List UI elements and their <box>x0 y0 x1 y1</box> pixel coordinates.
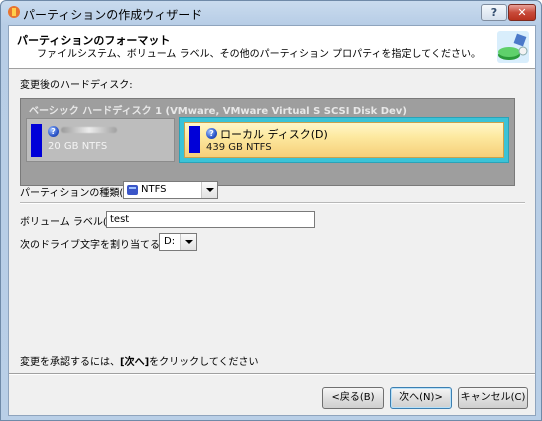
close-button[interactable]: ✕ <box>508 4 536 21</box>
footer-separator <box>9 373 535 375</box>
form-divider <box>20 202 525 204</box>
drive-letter-label: 次のドライブ文字を割り当てる(A): <box>20 240 179 251</box>
disk-map-panel: ベーシック ハードディスク 1 (VMware, VMware Virtual … <box>20 98 515 186</box>
footer-hint-prefix: 変更を承認するには、 <box>20 357 120 368</box>
footer-hint-suffix: をクリックしてください <box>149 357 259 368</box>
cancel-button[interactable]: キャンセル(C) <box>458 387 528 409</box>
chevron-down-icon[interactable] <box>180 234 196 250</box>
partition-1-name-redacted <box>61 127 117 133</box>
filesystem-icon <box>127 185 138 195</box>
wizard-app-icon <box>8 6 20 18</box>
partition-2-selected[interactable]: ? ローカル ディスク(D) 439 GB NTFS <box>179 117 509 163</box>
wizard-client-area: パーティションのフォーマット ファイルシステム、ボリューム ラベル、その他のパー… <box>8 25 536 416</box>
back-button[interactable]: <戻る(B) <box>322 387 384 409</box>
partition-wizard-icon <box>497 31 529 63</box>
help-button[interactable]: ? <box>481 4 507 21</box>
partition-1-bar <box>31 124 42 157</box>
partition-2-name: ローカル ディスク(D) <box>220 128 328 141</box>
volume-label-input[interactable]: test <box>106 211 315 228</box>
wizard-header: パーティションのフォーマット ファイルシステム、ボリューム ラベル、その他のパー… <box>9 26 535 69</box>
drive-letter-select[interactable]: D: <box>159 233 197 251</box>
wizard-window: パーティションの作成ウィザード ? ✕ パーティションのフォーマット ファイルシ… <box>0 0 542 421</box>
footer-hint: 変更を承認するには、[次へ]をクリックしてください <box>20 353 259 368</box>
partition-type-select[interactable]: NTFS <box>123 181 218 199</box>
partition-2-body: ? ローカル ディスク(D) 439 GB NTFS <box>184 122 504 158</box>
partition-2-bar <box>189 126 200 153</box>
drive-letter-value: D: <box>164 236 176 247</box>
partition-type-label: パーティションの種類(P): <box>20 188 137 199</box>
partition-1[interactable]: ? 20 GB NTFS <box>26 118 175 162</box>
question-icon: ? <box>48 126 59 137</box>
question-icon: ? <box>206 128 217 139</box>
chevron-down-icon[interactable] <box>201 182 217 198</box>
next-button[interactable]: 次へ(N)> <box>390 387 452 409</box>
disk-section-label: 変更後のハードディスク: <box>20 80 133 91</box>
partition-type-value: NTFS <box>141 184 167 195</box>
page-subtitle: ファイルシステム、ボリューム ラベル、その他のパーティション プロパティを指定し… <box>37 49 481 60</box>
disk-title: ベーシック ハードディスク 1 (VMware, VMware Virtual … <box>29 106 407 117</box>
partition-1-size: 20 GB NTFS <box>48 141 108 152</box>
footer-hint-next: [次へ] <box>120 357 150 368</box>
window-title: パーティションの作成ウィザード <box>23 8 203 22</box>
partition-2-size: 439 GB NTFS <box>206 142 272 153</box>
title-bar[interactable]: パーティションの作成ウィザード ? ✕ <box>1 1 541 25</box>
